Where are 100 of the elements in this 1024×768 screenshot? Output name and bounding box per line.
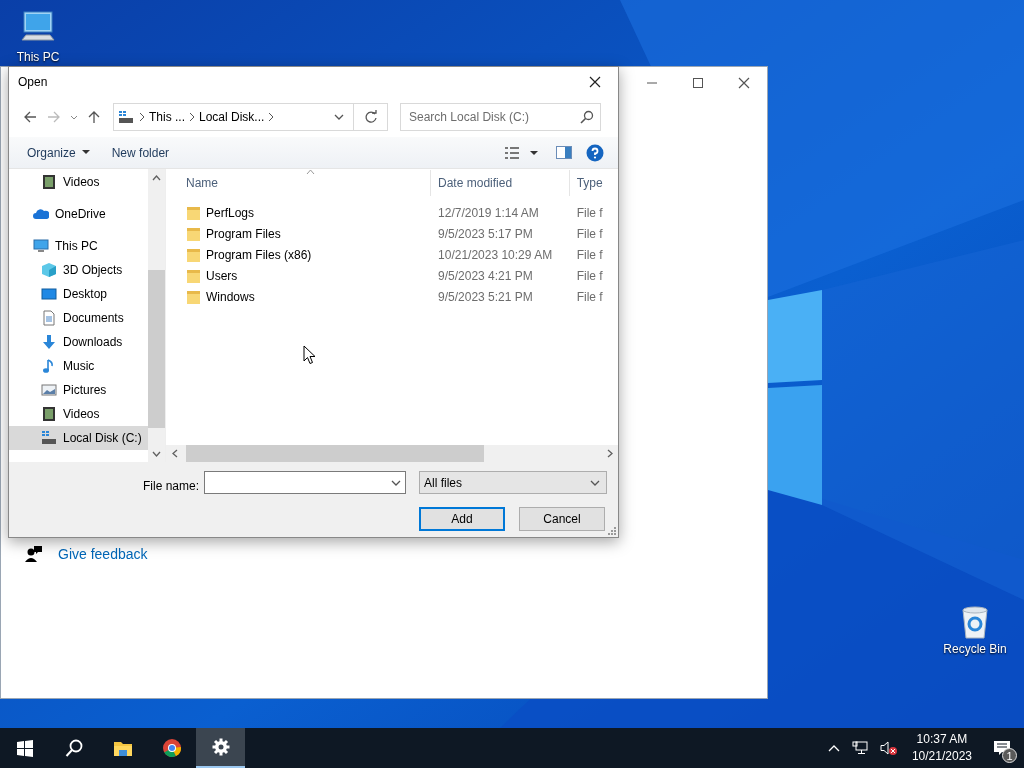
scroll-left-icon — [171, 449, 178, 458]
file-name[interactable]: Windows — [206, 289, 255, 304]
download-arrow-icon — [41, 334, 57, 350]
nav-item[interactable]: Documents — [9, 306, 148, 330]
nav-item[interactable]: Videos — [9, 170, 148, 194]
clock-time[interactable]: 10:37 AM — [916, 731, 968, 748]
date-modified: 12/7/2019 1:14 AM — [437, 205, 540, 220]
nav-item[interactable]: Downloads — [9, 330, 148, 354]
file-type: File f — [575, 205, 604, 220]
new-folder-button[interactable]: New folder — [103, 141, 178, 164]
file-name[interactable]: Program Files — [206, 226, 281, 241]
start-icon — [15, 739, 34, 757]
scrollbar-thumb[interactable] — [186, 445, 484, 462]
dropdown-icon — [590, 479, 600, 486]
column-header[interactable]: Date modified — [431, 170, 570, 196]
preview-pane-icon[interactable] — [556, 146, 572, 159]
disk-icon — [118, 110, 134, 124]
back-arrow-icon — [23, 110, 37, 124]
file-type: File f — [575, 247, 604, 262]
horizontal-scrollbar[interactable] — [166, 445, 618, 462]
folder-icon — [187, 205, 201, 220]
chevron-up-icon[interactable] — [827, 744, 840, 752]
search-icon — [580, 110, 594, 124]
nav-item[interactable]: OneDrive — [9, 202, 148, 226]
nav-item[interactable]: Local Disk (C:) — [9, 426, 148, 450]
date-modified: 10/21/2023 10:29 AM — [437, 247, 554, 262]
desktop-icon-label[interactable]: Recycle Bin — [943, 642, 1007, 656]
nav-item[interactable]: 3D Objects — [9, 258, 148, 282]
date-modified: 9/5/2023 4:21 PM — [437, 268, 534, 283]
cancel-button[interactable]: Cancel — [519, 506, 605, 531]
refresh-icon — [363, 110, 378, 124]
chevron-icon — [267, 111, 276, 123]
document-icon — [41, 310, 57, 326]
search-icon — [64, 739, 83, 757]
file-name[interactable]: Users — [206, 268, 238, 283]
column-header[interactable]: Name — [166, 170, 432, 196]
dropdown-icon — [334, 114, 344, 120]
folder-icon — [187, 268, 201, 283]
refresh-button[interactable] — [354, 103, 388, 131]
window-title: Open — [18, 75, 48, 89]
vertical-scrollbar[interactable] — [148, 169, 165, 462]
nav-item[interactable]: Pictures — [9, 378, 148, 402]
cursor-icon — [303, 345, 316, 365]
file-type: File f — [575, 226, 604, 241]
scroll-right-icon — [606, 449, 613, 458]
clock[interactable]: 10:37 AM 10/21/2023 — [911, 731, 972, 765]
computer-icon — [33, 238, 49, 254]
folder-icon — [187, 289, 201, 304]
minimize-icon — [647, 82, 657, 84]
settings-icon[interactable] — [196, 728, 245, 768]
chevron-icon — [138, 111, 146, 123]
view-list-icon — [505, 145, 539, 160]
clock-date[interactable]: 10/21/2023 — [911, 748, 972, 765]
scrollbar-thumb[interactable] — [148, 270, 165, 428]
nav-item[interactable]: This PC — [9, 234, 148, 258]
file-type: File f — [575, 289, 604, 304]
field-label: File name: — [142, 478, 199, 493]
network-icon[interactable] — [851, 741, 868, 755]
notification-count-badge: 1 — [1002, 748, 1017, 763]
up-arrow-icon — [87, 110, 101, 124]
resize-grip-icon — [607, 526, 616, 535]
maximize-icon — [693, 78, 703, 88]
add-button[interactable]: Add — [419, 506, 505, 531]
scroll-down-icon — [152, 450, 161, 457]
search-field[interactable]: Search Local Disk (C:) — [400, 103, 601, 131]
address-bar[interactable]: This ... Local Disk... — [113, 103, 354, 131]
file-name[interactable]: PerfLogs — [206, 205, 255, 220]
cloud-icon — [33, 206, 49, 222]
breadcrumb-item[interactable]: This ... — [146, 110, 188, 124]
film-icon — [41, 174, 57, 190]
close-icon — [589, 76, 601, 88]
monitor-icon — [41, 286, 57, 302]
organize-menu-button[interactable]: Organize — [19, 141, 98, 164]
help-icon[interactable] — [586, 143, 604, 162]
date-modified: 9/5/2023 5:17 PM — [437, 226, 534, 241]
desktop-icon-label[interactable]: This PC — [16, 50, 60, 64]
cube-icon — [41, 262, 57, 278]
feedback-icon — [25, 545, 43, 563]
film-icon — [41, 406, 57, 422]
file-name[interactable]: Program Files (x86) — [206, 247, 312, 262]
file-name-field[interactable] — [204, 471, 406, 494]
column-header[interactable]: Type — [569, 170, 618, 196]
file-type: File f — [575, 268, 604, 283]
file-type-dropdown[interactable]: All files — [419, 471, 607, 494]
folder-icon — [187, 247, 201, 262]
chevron-icon — [188, 111, 196, 123]
nav-item[interactable]: Music — [9, 354, 148, 378]
dropdown-icon — [391, 480, 401, 486]
picture-icon — [41, 382, 57, 398]
scroll-up-icon — [152, 174, 161, 181]
give-feedback-link[interactable]: Give feedback — [58, 546, 148, 562]
nav-item[interactable]: Videos — [9, 402, 148, 426]
muted-speaker-icon[interactable] — [879, 741, 898, 755]
forward-arrow-icon — [47, 110, 61, 124]
close-icon — [738, 77, 750, 89]
disk-icon — [41, 430, 57, 446]
folder-icon — [187, 226, 201, 241]
breadcrumb-item[interactable]: Local Disk... — [196, 110, 268, 124]
date-modified: 9/5/2023 5:21 PM — [437, 289, 534, 304]
nav-item[interactable]: Desktop — [9, 282, 148, 306]
